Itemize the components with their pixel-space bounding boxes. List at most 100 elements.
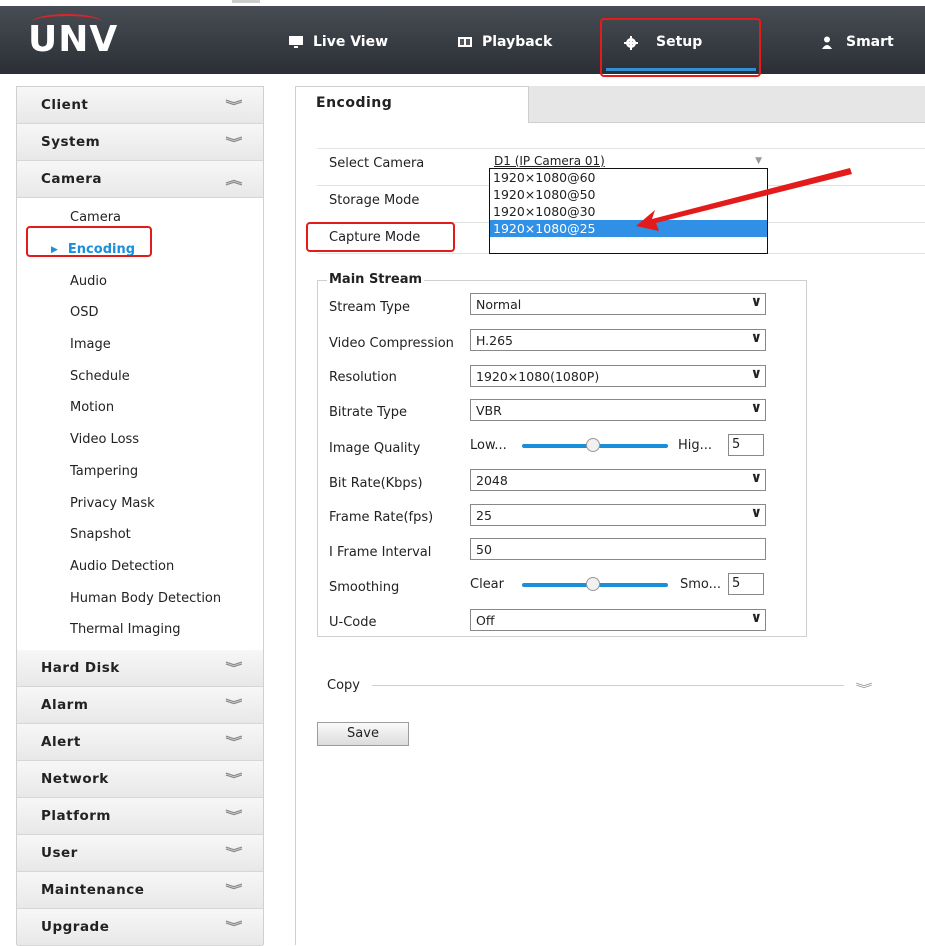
sidebar-item-tampering[interactable]: Tampering	[17, 455, 263, 488]
image-quality-input[interactable]: 5	[728, 434, 764, 456]
slider-low-label: Clear	[470, 577, 504, 592]
u-code-value: Off	[476, 613, 495, 628]
save-button[interactable]: Save	[317, 722, 409, 746]
i-frame-interval-value: 50	[476, 542, 492, 557]
sidebar-section-platform[interactable]: Platform ︾	[17, 797, 263, 835]
encoding-highlight-box	[26, 226, 152, 257]
capture-mode-highlight-box	[306, 222, 455, 252]
video-compression-select[interactable]: H.265 ∨	[470, 329, 766, 351]
copy-divider	[372, 685, 844, 686]
u-code-select[interactable]: Off ∨	[470, 609, 766, 631]
image-quality-label: Image Quality	[329, 441, 421, 456]
storage-mode-label: Storage Mode	[329, 193, 420, 208]
stream-type-select[interactable]: Normal ∨	[470, 293, 766, 315]
section-label: User	[41, 844, 78, 861]
chevron-down-icon: ︾	[225, 135, 244, 150]
select-camera-label: Select Camera	[329, 156, 425, 171]
smoothing-slider[interactable]: Clear Smo... 5	[470, 573, 766, 595]
slider-handle[interactable]	[586, 577, 600, 591]
bitrate-type-label: Bitrate Type	[329, 405, 408, 420]
chevron-down-icon: ︾	[225, 735, 244, 750]
frame-rate-label: Frame Rate(fps)	[329, 510, 434, 525]
person-icon	[822, 36, 836, 49]
slider-high-label: Smo...	[680, 577, 722, 592]
bitrate-type-value: VBR	[476, 403, 502, 418]
tab-bar: Encoding	[295, 86, 925, 123]
sidebar-item-audio[interactable]: Audio	[17, 265, 263, 298]
nav-playback-label: Playback	[482, 34, 553, 50]
chevron-down-icon: ∨	[750, 505, 762, 521]
sidebar-section-camera[interactable]: Camera ︽	[17, 161, 263, 198]
sidebar-item-snapshot[interactable]: Snapshot	[17, 518, 263, 551]
nav-playback[interactable]: Playback	[458, 30, 552, 54]
chevron-down-icon: ∨	[750, 366, 762, 382]
sidebar-section-alarm[interactable]: Alarm ︾	[17, 686, 263, 724]
chevron-down-icon: ︾	[225, 772, 244, 787]
sidebar-item-thermal-imaging[interactable]: Thermal Imaging	[17, 613, 263, 646]
sidebar-section-network[interactable]: Network ︾	[17, 760, 263, 798]
nav-live-view-label: Live View	[313, 34, 389, 50]
smoothing-input[interactable]: 5	[728, 573, 764, 595]
capture-option[interactable]: 1920×1080@60	[490, 169, 767, 186]
sidebar-item-human-body-detection[interactable]: Human Body Detection	[17, 582, 263, 614]
select-camera-dropdown[interactable]: D1 (IP Camera 01) ▼	[490, 148, 768, 170]
top-strip	[0, 0, 925, 6]
capture-mode-dropdown-list[interactable]: 1920×1080@60 1920×1080@50 1920×1080@30 1…	[489, 168, 768, 254]
slider-handle[interactable]	[586, 438, 600, 452]
resolution-select[interactable]: 1920×1080(1080P) ∨	[470, 365, 766, 387]
tab-encoding[interactable]: Encoding	[295, 86, 529, 123]
section-label: Client	[41, 97, 89, 113]
capture-option[interactable]: 1920×1080@30	[490, 203, 767, 220]
unv-logo: UNV	[28, 14, 118, 60]
stream-type-value: Normal	[476, 297, 522, 312]
sidebar-item-audio-detection[interactable]: Audio Detection	[17, 550, 263, 583]
nav-smart-label: Smart	[846, 34, 894, 50]
chevron-down-icon: ︾	[225, 846, 244, 861]
capture-option-selected[interactable]: 1920×1080@25	[490, 220, 767, 237]
sidebar-item-video-loss[interactable]: Video Loss	[17, 423, 263, 456]
sidebar-item-osd[interactable]: OSD	[17, 297, 263, 329]
sidebar-section-alert[interactable]: Alert ︾	[17, 723, 263, 761]
section-label: Upgrade	[41, 918, 110, 935]
bit-rate-select[interactable]: 2048 ∨	[470, 469, 766, 491]
section-label: Alert	[41, 733, 81, 750]
chevron-down-icon: ∨	[750, 294, 762, 310]
i-frame-interval-input[interactable]: 50	[470, 538, 766, 560]
chevron-down-icon: ︾	[225, 698, 244, 713]
logo-arc	[32, 14, 102, 30]
capture-option[interactable]: 1920×1080@50	[490, 186, 767, 203]
sidebar-item-privacy-mask[interactable]: Privacy Mask	[17, 487, 263, 519]
nav-live-view[interactable]: Live View	[289, 30, 388, 54]
dropdown-arrow-icon: ▼	[755, 156, 762, 166]
sidebar-section-user[interactable]: User ︾	[17, 834, 263, 872]
frame-rate-select[interactable]: 25 ∨	[470, 504, 766, 526]
resolution-value: 1920×1080(1080P)	[476, 369, 600, 384]
sidebar-section-client[interactable]: Client ︾	[17, 87, 263, 124]
sidebar-item-schedule[interactable]: Schedule	[17, 360, 263, 393]
section-label: Network	[41, 770, 109, 787]
bitrate-type-select[interactable]: VBR ∨	[470, 399, 766, 421]
sidebar-item-image[interactable]: Image	[17, 328, 263, 361]
i-frame-interval-label: I Frame Interval	[329, 545, 432, 560]
chevron-down-icon: ︾	[225, 809, 244, 824]
bit-rate-value: 2048	[476, 473, 508, 488]
chevron-down-icon[interactable]: ︾	[856, 680, 873, 697]
sidebar: Client ︾ System ︾ Camera ︽ Camera ▶ Encoding…	[16, 86, 264, 946]
sidebar-section-system[interactable]: System ︾	[17, 124, 263, 161]
slider-low-label: Low...	[470, 438, 507, 453]
chevron-down-icon: ∨	[750, 610, 762, 626]
sidebar-section-maintenance[interactable]: Maintenance ︾	[17, 871, 263, 909]
nav-smart[interactable]: Smart	[822, 30, 894, 54]
section-label: System	[41, 134, 101, 150]
resolution-label: Resolution	[329, 370, 397, 385]
image-quality-slider[interactable]: Low... Hig... 5	[470, 434, 766, 456]
camera-submenu: Camera ▶ Encoding Audio OSD Image Schedul…	[17, 198, 263, 650]
sidebar-item-motion[interactable]: Motion	[17, 392, 263, 424]
chevron-down-icon: ︾	[225, 661, 244, 676]
section-label: Maintenance	[41, 881, 145, 898]
section-label: Camera	[41, 171, 103, 187]
chevron-down-icon: ∨	[750, 330, 762, 346]
sidebar-section-upgrade[interactable]: Upgrade ︾	[17, 908, 263, 946]
copy-label[interactable]: Copy	[327, 678, 360, 693]
sidebar-section-hard-disk[interactable]: Hard Disk ︾	[17, 649, 263, 687]
